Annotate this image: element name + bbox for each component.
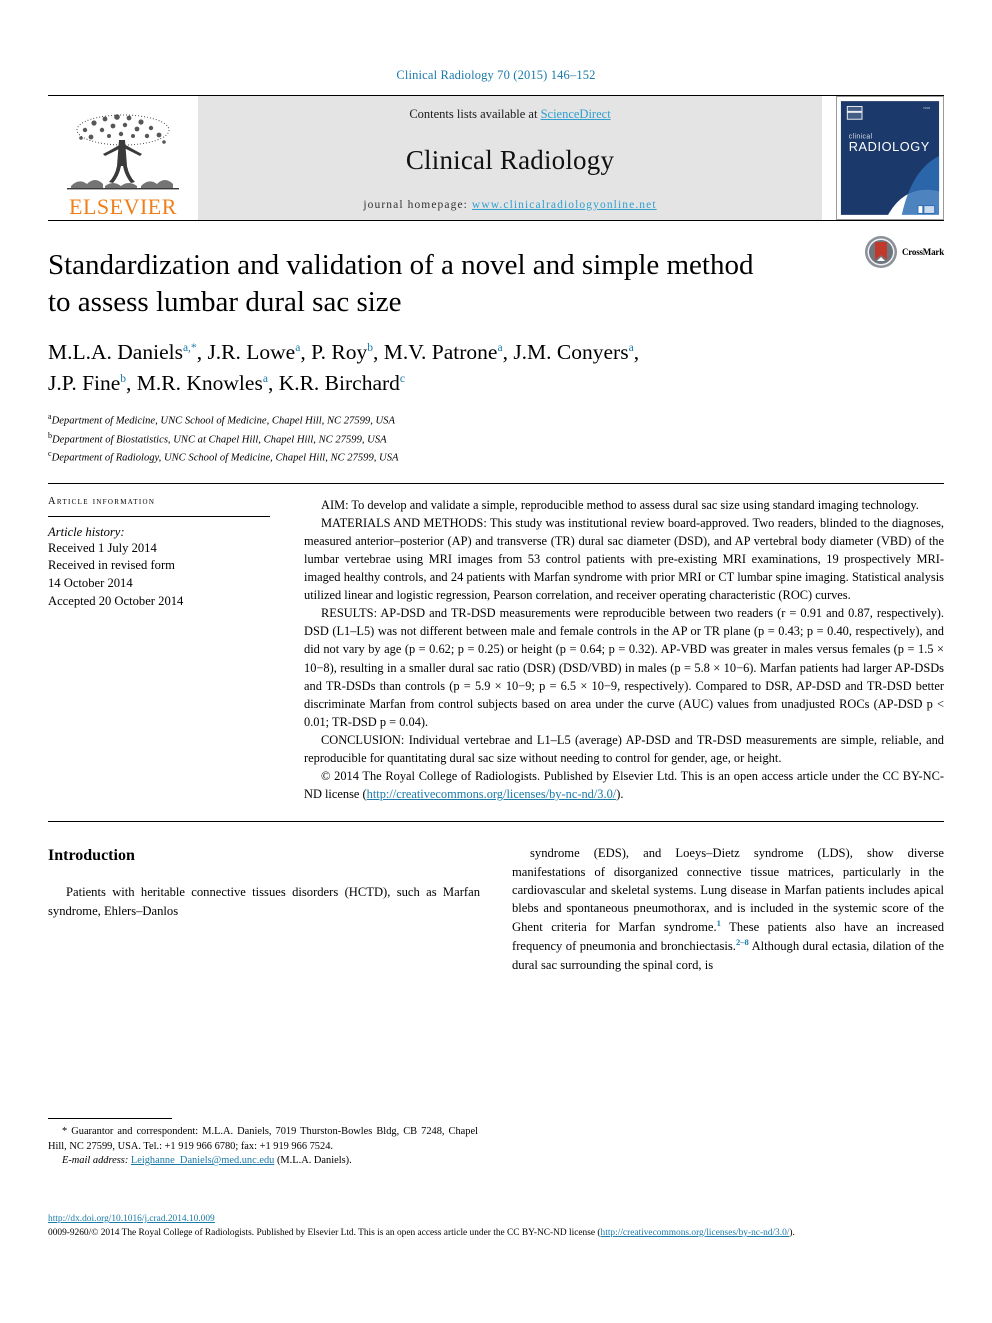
body-column-right: syndrome (EDS), and Loeys–Dietz syndrome… <box>512 844 944 973</box>
email-suffix: (M.L.A. Daniels). <box>276 1155 352 1167</box>
footer-license-link-part2[interactable]: licenses/by-nc-nd/3.0/ <box>706 1228 789 1238</box>
abstract-copyright: © 2014 The Royal College of Radiologists… <box>304 767 944 803</box>
abstract-text: AIM: To develop and validate a simple, r… <box>304 496 944 804</box>
page-footer: http://dx.doi.org/10.1016/j.crad.2014.10… <box>48 1213 948 1240</box>
footnote-divider <box>48 1118 172 1119</box>
elsevier-logo: ELSEVIER <box>48 96 198 220</box>
doi-link[interactable]: http://dx.doi.org/10.1016/j.crad.2014.10… <box>48 1214 215 1224</box>
copyright-tail: ). <box>616 787 624 802</box>
issn-copyright-text: 0009-9260/© 2014 The Royal College of Ra… <box>48 1227 601 1238</box>
author-name: K.R. Birchard <box>278 370 400 395</box>
article-history-item: Received 1 July 2014 <box>48 540 157 555</box>
doi-line: http://dx.doi.org/10.1016/j.crad.2014.10… <box>48 1213 948 1227</box>
sciencedirect-link[interactable]: ScienceDirect <box>541 107 611 121</box>
section-heading-introduction: Introduction <box>48 847 135 865</box>
article-history-label: Article history: <box>48 524 125 539</box>
author-name: J.M. Conyers <box>513 340 629 365</box>
author-item: M.V. Patronea <box>384 340 503 364</box>
journal-cover-thumbnail: clinical RADIOLOGY ISSN <box>836 96 944 220</box>
author-marks: c <box>399 372 406 385</box>
body-column-left: Introduction Patients with heritable con… <box>48 844 480 973</box>
author-marks: a <box>628 342 634 355</box>
affiliation-item: bDepartment of Biostatistics, UNC at Cha… <box>48 430 944 448</box>
author-name: M.V. Patrone <box>383 340 498 365</box>
article-history-item: Received in revised form <box>48 558 175 573</box>
intro-paragraph-right: syndrome (EDS), and Loeys–Dietz syndrome… <box>512 844 944 973</box>
author-marks: a <box>295 342 301 355</box>
author-list: M.L.A. Danielsa,*, J.R. Lowea, P. Royb, … <box>48 340 640 395</box>
article-information-heading: ARTICLE INFORMATION <box>48 495 156 507</box>
issn-copyright-line: 0009-9260/© 2014 The Royal College of Ra… <box>48 1227 948 1241</box>
author-item: M.R. Knowlesa <box>137 371 268 395</box>
author-name: P. Roy <box>311 340 368 365</box>
svg-text:ISSN: ISSN <box>923 106 930 110</box>
citation-ref[interactable]: 2–8 <box>736 937 749 947</box>
affiliation-item: cDepartment of Radiology, UNC School of … <box>48 448 944 466</box>
article-history-item: 14 October 2014 <box>48 576 133 591</box>
affiliation-list: aDepartment of Medicine, UNC School of M… <box>48 411 944 466</box>
article-information-block: ARTICLE INFORMATION Article history: Rec… <box>48 496 304 804</box>
body-columns: Introduction Patients with heritable con… <box>48 822 944 973</box>
author-marks: a <box>497 342 503 355</box>
abstract-conclusion: CONCLUSION: Individual vertebrae and L1–… <box>304 732 944 766</box>
abstract-materials-methods: MATERIALS AND METHODS: This study was in… <box>304 515 944 603</box>
email-label: E-mail address: <box>62 1155 129 1167</box>
author-name: J.R. Lowe <box>207 340 296 365</box>
author-item: J.P. Fineb <box>48 371 126 395</box>
footer-license-link-part1[interactable]: http://creativecommons.org/ <box>601 1228 707 1238</box>
journal-masthead: ELSEVIER Contents lists available at Sci… <box>48 96 944 220</box>
contents-list-line: Contents lists available at ScienceDirec… <box>409 107 610 122</box>
correspondence-footnote: * Guarantor and correspondent: M.L.A. Da… <box>48 1118 478 1169</box>
elsevier-tree-icon <box>61 110 185 196</box>
crossmark-badge[interactable]: CrossMark <box>864 235 944 269</box>
intro-paragraph-left: Patients with heritable connective tissu… <box>48 885 480 918</box>
contents-list-prefix: Contents lists available at <box>409 107 541 121</box>
guarantor-note: * Guarantor and correspondent: M.L.A. Da… <box>48 1126 478 1152</box>
email-link[interactable]: Leighanne_Daniels@med.unc.edu <box>131 1155 274 1166</box>
footer-license-tail: ). <box>789 1227 795 1238</box>
sciencedirect-banner: Contents lists available at ScienceDirec… <box>198 96 822 220</box>
author-item: P. Royb <box>311 340 373 364</box>
journal-homepage-line: journal homepage: www.clinicalradiologyo… <box>363 199 656 211</box>
affiliation-text: Department of Biostatistics, UNC at Chap… <box>52 434 387 446</box>
abstract-results: RESULTS: AP-DSD and TR-DSD measurements … <box>304 606 944 729</box>
svg-text:RADIOLOGY: RADIOLOGY <box>849 139 930 154</box>
affiliation-text: Department of Medicine, UNC School of Me… <box>51 415 395 427</box>
author-item: J.M. Conyersa <box>513 340 633 364</box>
abstract-section: ARTICLE INFORMATION Article history: Rec… <box>48 484 944 804</box>
author-marks: b <box>120 372 127 385</box>
elsevier-wordmark: ELSEVIER <box>69 194 177 219</box>
page-title: Standardization and validation of a nove… <box>48 249 754 319</box>
license-link[interactable]: http://creativecommons.org/licenses/by-n… <box>367 787 617 801</box>
abstract-aim: AIM: To develop and validate a simple, r… <box>321 497 919 512</box>
author-name: J.P. Fine <box>48 370 121 395</box>
author-name: M.L.A. Daniels <box>48 340 183 365</box>
author-item: K.R. Birchardc <box>279 371 405 395</box>
crossmark-label: CrossMark <box>901 247 944 257</box>
journal-homepage-label: journal homepage: <box>363 199 472 211</box>
author-name: M.R. Knowles <box>136 370 263 395</box>
author-marks: a,* <box>182 342 197 355</box>
email-note: E-mail address: Leighanne_Daniels@med.un… <box>48 1154 478 1169</box>
affiliation-text: Department of Radiology, UNC School of M… <box>51 452 399 464</box>
author-marks: b <box>367 342 374 355</box>
article-information-divider <box>48 515 270 517</box>
crossmark-icon <box>864 236 897 268</box>
running-head: Clinical Radiology 70 (2015) 146–152 <box>396 68 596 82</box>
journal-homepage-link[interactable]: www.clinicalradiologyonline.net <box>472 199 657 211</box>
title-block: Standardization and validation of a nove… <box>48 221 944 467</box>
author-item: M.L.A. Danielsa,* <box>48 340 197 364</box>
article-history-item: Accepted 20 October 2014 <box>48 594 184 609</box>
journal-title: Clinical Radiology <box>405 145 615 175</box>
affiliation-item: aDepartment of Medicine, UNC School of M… <box>48 411 944 429</box>
author-item: J.R. Lowea <box>207 340 300 364</box>
journal-article-page: Clinical Radiology 70 (2015) 146–152 ELS… <box>0 0 992 1323</box>
author-marks: a <box>262 372 268 385</box>
